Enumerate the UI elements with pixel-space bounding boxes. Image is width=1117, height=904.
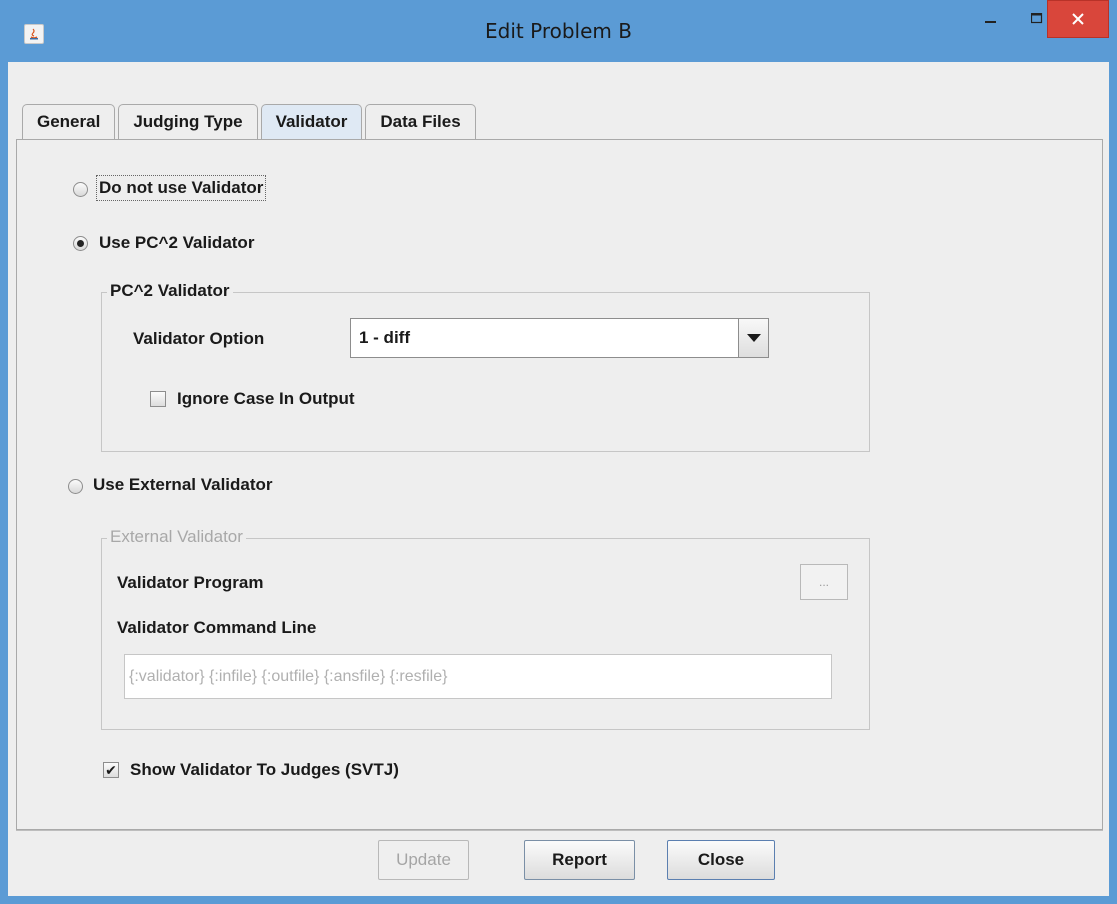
validator-command-label: Validator Command Line [117,618,317,637]
dialog-content: General Judging Type Validator Data File… [8,62,1109,896]
external-validator-label[interactable]: Use External Validator [93,475,273,495]
minimize-icon [985,21,996,23]
window-title: Edit Problem B [485,19,632,43]
validator-command-input[interactable]: {:validator} {:infile} {:outfile} {:ansf… [124,654,832,699]
button-bar: Update Report Close [16,830,1103,888]
maximize-icon [1031,13,1043,24]
validator-program-label: Validator Program [117,573,264,592]
no-validator-label[interactable]: Do not use Validator [95,175,267,201]
pc2-validator-group-title: PC^2 Validator [107,281,233,301]
pc2-validator-radio[interactable] [73,236,88,251]
title-bar[interactable]: Edit Problem B [0,0,1117,62]
update-button[interactable]: Update [378,840,469,880]
no-validator-radio[interactable] [73,182,88,197]
external-validator-group-title: External Validator [107,527,246,547]
validator-tab-panel: Do not use Validator Use PC^2 Validator … [16,139,1103,830]
ignore-case-label[interactable]: Ignore Case In Output [177,389,355,409]
tab-strip: General Judging Type Validator Data File… [22,104,479,139]
checkmark-icon: ✔ [105,762,117,778]
tab-general[interactable]: General [22,104,116,139]
validator-option-value: 1 - diff [359,328,410,347]
validator-option-select[interactable]: 1 - diff [350,318,769,358]
close-button[interactable]: Close [667,840,775,880]
ignore-case-checkbox[interactable] [150,391,166,407]
svtj-label[interactable]: Show Validator To Judges (SVTJ) [130,760,399,780]
report-button[interactable]: Report [524,840,635,880]
svtj-checkbox[interactable]: ✔ [103,762,119,778]
chevron-down-icon[interactable] [738,319,768,357]
pc2-validator-group [101,292,870,452]
pc2-validator-label[interactable]: Use PC^2 Validator [99,233,254,253]
tab-data-files[interactable]: Data Files [365,104,476,139]
external-validator-radio[interactable] [68,479,83,494]
edit-problem-window: Edit Problem B General Judging Type Vali… [0,0,1117,904]
close-icon [1072,13,1084,25]
tab-judging-type[interactable]: Judging Type [118,104,258,139]
minimize-button[interactable] [968,0,1014,38]
close-window-button[interactable] [1047,0,1109,38]
tab-validator[interactable]: Validator [260,104,363,139]
browse-program-button[interactable]: ... [800,564,848,600]
validator-option-label: Validator Option [133,329,265,348]
